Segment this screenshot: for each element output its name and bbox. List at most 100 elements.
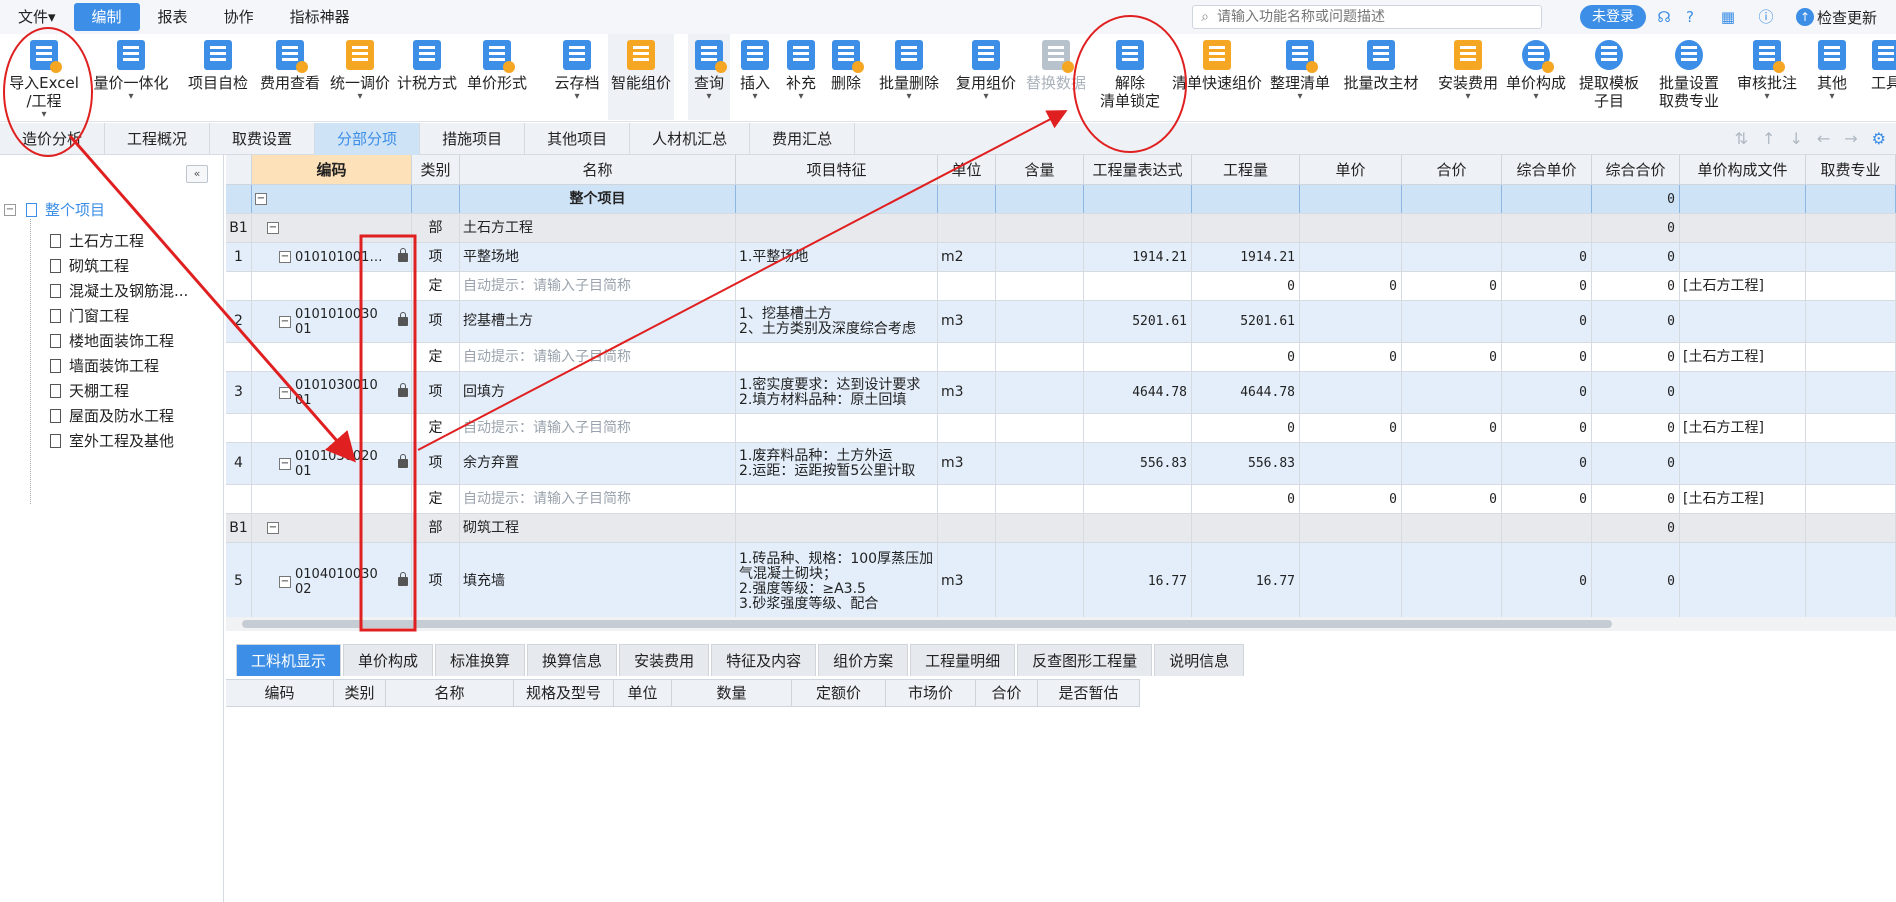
tab-2[interactable]: 取费设置: [210, 123, 316, 155]
move-left-icon[interactable]: ←: [1817, 129, 1830, 148]
batch-fee-button[interactable]: 批量设置 取费专业: [1652, 34, 1726, 120]
cell-total[interactable]: 0: [1402, 343, 1502, 371]
tree-item[interactable]: 墙面装饰工程: [50, 355, 159, 376]
menu-report[interactable]: 报表: [140, 3, 206, 31]
cell-file[interactable]: [1680, 514, 1806, 542]
replace-data-button[interactable]: 替换数据: [1026, 34, 1086, 120]
cell-seq[interactable]: 5: [226, 543, 252, 617]
bottom-tab-8[interactable]: 反查图形工程量: [1017, 644, 1153, 676]
cell-kind[interactable]: [412, 185, 460, 213]
bottom-column-header[interactable]: 规格及型号: [514, 680, 614, 706]
cell-name[interactable]: 自动提示：请输入子目简称: [460, 414, 736, 442]
cell-ctotal[interactable]: 0: [1592, 485, 1680, 513]
cell-feature[interactable]: 1.砖品种、规格：100厚蒸压加气混凝土砌块； 2.强度等级：≥A3.5 3.砂…: [736, 543, 938, 617]
cell-cprice[interactable]: 0: [1502, 443, 1592, 484]
cell-seq[interactable]: [226, 185, 252, 213]
cell-total[interactable]: 0: [1402, 485, 1502, 513]
cell-code[interactable]: −0101030010 01: [252, 372, 412, 413]
dropdown-caret-icon[interactable]: ▾: [357, 92, 362, 102]
cell-kind[interactable]: 定: [412, 272, 460, 300]
cell-price[interactable]: [1300, 514, 1402, 542]
cell-feature[interactable]: [736, 485, 938, 513]
cell-ctotal[interactable]: 0: [1592, 343, 1680, 371]
tree-toggle-icon[interactable]: −: [4, 203, 16, 216]
table-row[interactable]: 5−0104010030 02 项填充墙 1.砖品种、规格：100厚蒸压加气混凝土砌…: [226, 543, 1896, 617]
cell-cprice[interactable]: [1502, 214, 1592, 242]
cell-content[interactable]: [996, 214, 1084, 242]
cell-code[interactable]: −0104010030 02: [252, 543, 412, 617]
column-header[interactable]: 综合合价: [1592, 155, 1680, 185]
integration-button[interactable]: 量价一体化 ▾: [86, 34, 176, 120]
batch-delete-button[interactable]: 批量删除 ▾: [874, 34, 944, 120]
cell-cprice[interactable]: [1502, 514, 1592, 542]
bottom-tab-3[interactable]: 换算信息: [527, 644, 618, 676]
cell-cprice[interactable]: 0: [1502, 372, 1592, 413]
cell-cprice[interactable]: 0: [1502, 414, 1592, 442]
cell-unit[interactable]: [938, 514, 996, 542]
cell-unit[interactable]: m3: [938, 543, 996, 617]
row-toggle-icon[interactable]: −: [267, 522, 279, 534]
cell-unit[interactable]: [938, 414, 996, 442]
cell-expr[interactable]: 5201.61: [1084, 301, 1192, 342]
cell-qty[interactable]: 0: [1192, 485, 1300, 513]
adjust-price-button[interactable]: 统一调价 ▾: [326, 34, 394, 120]
cloud-save-button[interactable]: 云存档 ▾: [550, 34, 604, 120]
table-row[interactable]: 定自动提示：请输入子目简称 0 0 0 0 0 [土石方工程]: [226, 414, 1896, 443]
cell-cprice[interactable]: 0: [1502, 301, 1592, 342]
cell-feature[interactable]: 1.密实度要求：达到设计要求 2.填方材料品种：原土回填: [736, 372, 938, 413]
tab-3[interactable]: 分部分项: [315, 123, 421, 155]
tree-root[interactable]: − 整个项目: [4, 199, 105, 220]
cell-price[interactable]: [1300, 243, 1402, 271]
cell-feature[interactable]: 1.平整场地: [736, 243, 938, 271]
cell-file[interactable]: [1680, 243, 1806, 271]
tab-6[interactable]: 人材机汇总: [630, 123, 751, 155]
cell-cprice[interactable]: 0: [1502, 343, 1592, 371]
cell-kind[interactable]: 项: [412, 443, 460, 484]
tools-button[interactable]: 工具: [1866, 34, 1896, 120]
bottom-column-header[interactable]: 是否暂估: [1038, 680, 1140, 706]
cell-qty[interactable]: 5201.61: [1192, 301, 1300, 342]
login-button[interactable]: 未登录: [1580, 5, 1646, 29]
reuse-price-button[interactable]: 复用组价 ▾: [952, 34, 1020, 120]
quick-price-button[interactable]: 清单快速组价: [1170, 34, 1264, 120]
organize-list-button[interactable]: 整理清单 ▾: [1268, 34, 1332, 120]
cell-kind[interactable]: 定: [412, 485, 460, 513]
cell-name[interactable]: 挖基槽土方: [460, 301, 736, 342]
cell-expr[interactable]: 16.77: [1084, 543, 1192, 617]
help-icon[interactable]: ?: [1680, 8, 1700, 26]
tax-button[interactable]: 计税方式: [394, 34, 460, 120]
cell-qty[interactable]: [1192, 214, 1300, 242]
cell-expr[interactable]: [1084, 185, 1192, 213]
bottom-column-header[interactable]: 类别: [334, 680, 386, 706]
cell-fee[interactable]: [1806, 243, 1896, 271]
bottom-tab-4[interactable]: 安装费用: [619, 644, 710, 676]
cell-total[interactable]: [1402, 372, 1502, 413]
cell-file[interactable]: [1680, 443, 1806, 484]
cell-seq[interactable]: B1: [226, 214, 252, 242]
price-composition-button[interactable]: 单价构成 ▾: [1504, 34, 1568, 120]
cell-unit[interactable]: [938, 214, 996, 242]
cell-file[interactable]: [土石方工程]: [1680, 343, 1806, 371]
cell-fee[interactable]: [1806, 214, 1896, 242]
cell-total[interactable]: [1402, 543, 1502, 617]
delete-button[interactable]: 删除: [826, 34, 866, 120]
tab-4[interactable]: 措施项目: [420, 123, 526, 155]
cell-fee[interactable]: [1806, 272, 1896, 300]
tree-item[interactable]: 混凝土及钢筋混...: [50, 280, 188, 301]
cell-qty[interactable]: [1192, 185, 1300, 213]
cell-cprice[interactable]: 0: [1502, 272, 1592, 300]
smart-price-button[interactable]: 智能组价: [608, 34, 674, 120]
cell-unit[interactable]: m2: [938, 243, 996, 271]
other-button[interactable]: 其他 ▾: [1808, 34, 1856, 120]
cell-fee[interactable]: [1806, 443, 1896, 484]
bottom-tab-1[interactable]: 单价构成: [343, 644, 434, 676]
cell-ctotal[interactable]: 0: [1592, 414, 1680, 442]
tab-0[interactable]: 造价分析: [0, 123, 106, 155]
cell-qty[interactable]: 0: [1192, 343, 1300, 371]
dropdown-caret-icon[interactable]: ▾: [706, 92, 711, 102]
bottom-column-header[interactable]: 数量: [672, 680, 792, 706]
menu-collab[interactable]: 协作: [206, 3, 272, 31]
cell-feature[interactable]: [736, 514, 938, 542]
horizontal-scrollbar[interactable]: [226, 617, 1896, 631]
cell-kind[interactable]: 定: [412, 343, 460, 371]
